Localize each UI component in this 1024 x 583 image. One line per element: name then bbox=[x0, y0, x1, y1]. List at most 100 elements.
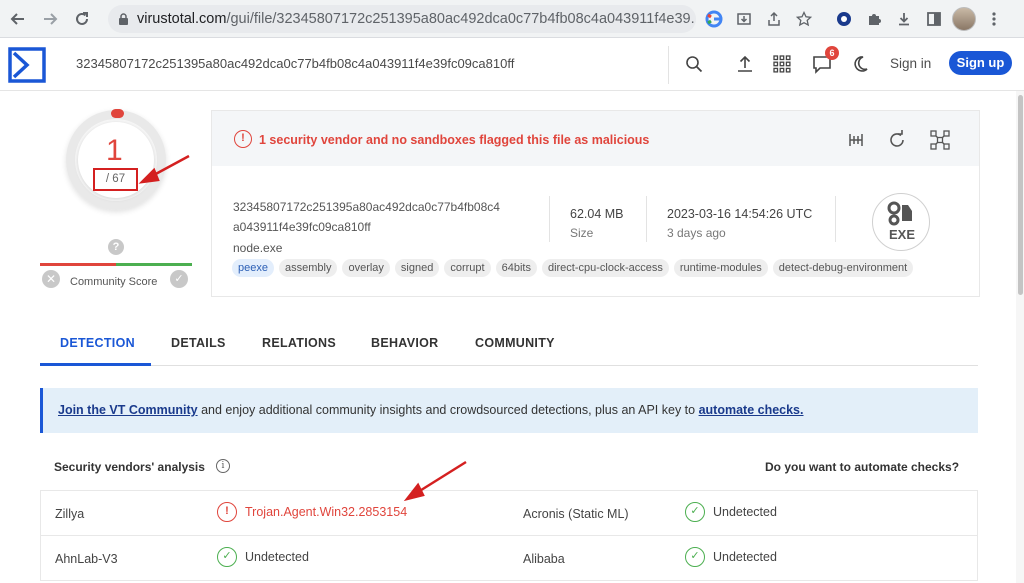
vendors-table: Zillya ! Trojan.Agent.Win32.2853154 Acro… bbox=[40, 490, 978, 581]
install-app-icon[interactable] bbox=[730, 5, 758, 33]
lock-icon bbox=[118, 12, 129, 26]
detection-alert-text: 1 security vendor and no sandboxes flagg… bbox=[259, 133, 650, 147]
vendor-result: ✓ Undetected bbox=[685, 502, 777, 522]
automate-question[interactable]: Do you want to automate checks? bbox=[765, 460, 959, 474]
analysis-date-relative: 3 days ago bbox=[667, 226, 726, 240]
graph-icon[interactable] bbox=[928, 128, 952, 152]
google-icon[interactable] bbox=[700, 5, 728, 33]
info-divider bbox=[549, 196, 550, 242]
vendor-result: ! Trojan.Agent.Win32.2853154 bbox=[217, 502, 407, 522]
download-icon[interactable] bbox=[890, 5, 918, 33]
reanalyze-icon[interactable] bbox=[885, 128, 909, 152]
file-tags: peexe assembly overlay signed corrupt 64bits d… bbox=[232, 259, 914, 277]
alert-icon: ! bbox=[234, 130, 252, 148]
url-text: virustotal.com/gui/file/32345807172c2513… bbox=[137, 11, 696, 27]
vendor-name: Acronis (Static ML) bbox=[523, 507, 629, 521]
tab-details[interactable]: DETAILS bbox=[171, 336, 226, 350]
search-icon[interactable] bbox=[680, 50, 708, 78]
file-tag[interactable]: signed bbox=[394, 259, 440, 277]
file-tag[interactable]: overlay bbox=[342, 259, 390, 277]
community-score-label: Community Score bbox=[70, 276, 158, 288]
banner-text: Join the VT Community and enjoy addition… bbox=[58, 403, 804, 417]
file-type-badge: EXE bbox=[872, 193, 930, 251]
detection-result-text[interactable]: Trojan.Agent.Win32.2853154 bbox=[245, 505, 407, 519]
virustotal-logo-icon[interactable] bbox=[8, 47, 46, 83]
file-tag[interactable]: detect-debug-environment bbox=[772, 259, 914, 277]
tab-behavior[interactable]: BEHAVIOR bbox=[371, 336, 438, 350]
tab-community[interactable]: COMMUNITY bbox=[475, 336, 555, 350]
file-size-value: 62.04 MB bbox=[570, 207, 624, 221]
file-tag[interactable]: peexe bbox=[232, 259, 274, 277]
join-community-link[interactable]: Join the VT Community bbox=[58, 403, 198, 417]
detection-result-text: Undetected bbox=[713, 550, 777, 564]
automate-checks-link[interactable]: automate checks. bbox=[699, 403, 804, 417]
gears-icon bbox=[887, 201, 912, 226]
vendor-name: AhnLab-V3 bbox=[55, 552, 118, 566]
file-tag[interactable]: corrupt bbox=[444, 259, 491, 277]
active-tab-underline bbox=[40, 363, 151, 366]
info-divider bbox=[835, 196, 836, 242]
share-icon[interactable] bbox=[760, 5, 788, 33]
search-input[interactable]: 32345807172c251395a80ac492dca0c77b4fb08c… bbox=[76, 56, 514, 71]
file-type-label: EXE bbox=[888, 227, 915, 242]
detection-result-text: Undetected bbox=[245, 550, 309, 564]
tab-detection[interactable]: DETECTION bbox=[60, 336, 135, 350]
browser-toolbar: virustotal.com/gui/file/32345807172c2513… bbox=[0, 0, 1024, 38]
compare-icon[interactable] bbox=[844, 128, 868, 152]
side-panel-icon[interactable] bbox=[920, 5, 948, 33]
file-summary-panel: ! 1 security vendor and no sandboxes fla… bbox=[211, 110, 980, 297]
file-tag[interactable]: 64bits bbox=[495, 259, 537, 277]
score-indicator-dot bbox=[111, 109, 124, 118]
file-tag[interactable]: direct-cpu-clock-access bbox=[541, 259, 669, 277]
detection-result-text: Undetected bbox=[713, 505, 777, 519]
detection-alert-bar: ! 1 security vendor and no sandboxes fla… bbox=[212, 111, 979, 166]
vt-header: 32345807172c251395a80ac492dca0c77b4fb08c… bbox=[0, 38, 1024, 91]
file-size-label: Size bbox=[570, 226, 594, 240]
vendor-name: Alibaba bbox=[523, 552, 565, 566]
vendor-result: ✓ Undetected bbox=[685, 547, 777, 567]
help-question-icon[interactable]: ? bbox=[108, 239, 124, 255]
check-circle-icon: ✓ bbox=[217, 547, 237, 567]
detection-total: / 67 bbox=[93, 168, 138, 191]
malicious-alert-icon: ! bbox=[217, 502, 237, 522]
header-divider bbox=[668, 46, 669, 84]
check-circle-icon: ✓ bbox=[685, 502, 705, 522]
back-arrow-icon[interactable] bbox=[4, 5, 32, 33]
file-tag[interactable]: assembly bbox=[278, 259, 338, 277]
vote-malicious-icon[interactable]: ✕ bbox=[42, 270, 60, 288]
community-score-bar bbox=[40, 263, 192, 266]
sign-up-button[interactable]: Sign up bbox=[949, 51, 1012, 75]
scrollbar-thumb[interactable] bbox=[1018, 95, 1023, 295]
file-tag[interactable]: runtime-modules bbox=[673, 259, 768, 277]
tab-relations[interactable]: RELATIONS bbox=[262, 336, 336, 350]
forward-arrow-icon[interactable] bbox=[36, 5, 64, 33]
file-name: node.exe bbox=[233, 241, 283, 255]
community-banner: Join the VT Community and enjoy addition… bbox=[40, 388, 978, 433]
vendor-result: ✓ Undetected bbox=[217, 547, 309, 567]
analysis-date-value: 2023-03-16 14:54:26 UTC bbox=[667, 207, 813, 221]
upload-icon[interactable] bbox=[731, 50, 759, 78]
apps-grid-icon[interactable] bbox=[768, 50, 796, 78]
address-bar[interactable]: virustotal.com/gui/file/32345807172c2513… bbox=[108, 5, 696, 33]
check-circle-icon: ✓ bbox=[685, 547, 705, 567]
file-hash: 32345807172c251395a80ac492dca0c77b4fb08c… bbox=[233, 200, 500, 234]
extension-shield-icon[interactable] bbox=[830, 5, 858, 33]
profile-avatar[interactable] bbox=[950, 5, 978, 33]
report-tabs: DETECTION DETAILS RELATIONS BEHAVIOR COM… bbox=[40, 332, 978, 366]
extensions-puzzle-icon[interactable] bbox=[860, 5, 888, 33]
notifications-chat-icon[interactable]: 6 bbox=[808, 46, 839, 78]
notification-badge: 6 bbox=[825, 46, 839, 60]
reload-icon[interactable] bbox=[68, 5, 96, 33]
dark-mode-moon-icon[interactable] bbox=[846, 50, 874, 78]
vote-harmless-icon[interactable]: ✓ bbox=[170, 270, 188, 288]
detection-count: 1 bbox=[106, 134, 123, 167]
vendor-name: Zillya bbox=[55, 507, 85, 521]
vendors-section-title: Security vendors' analysis bbox=[54, 460, 205, 474]
info-divider bbox=[646, 196, 647, 242]
chrome-menu-icon[interactable] bbox=[980, 5, 1008, 33]
table-row: Zillya ! Trojan.Agent.Win32.2853154 Acro… bbox=[41, 491, 977, 536]
bookmark-star-icon[interactable] bbox=[790, 5, 818, 33]
info-icon[interactable]: i bbox=[216, 459, 230, 473]
sign-in-link[interactable]: Sign in bbox=[890, 56, 931, 71]
table-row: AhnLab-V3 ✓ Undetected Alibaba ✓ Undetec… bbox=[41, 536, 977, 581]
